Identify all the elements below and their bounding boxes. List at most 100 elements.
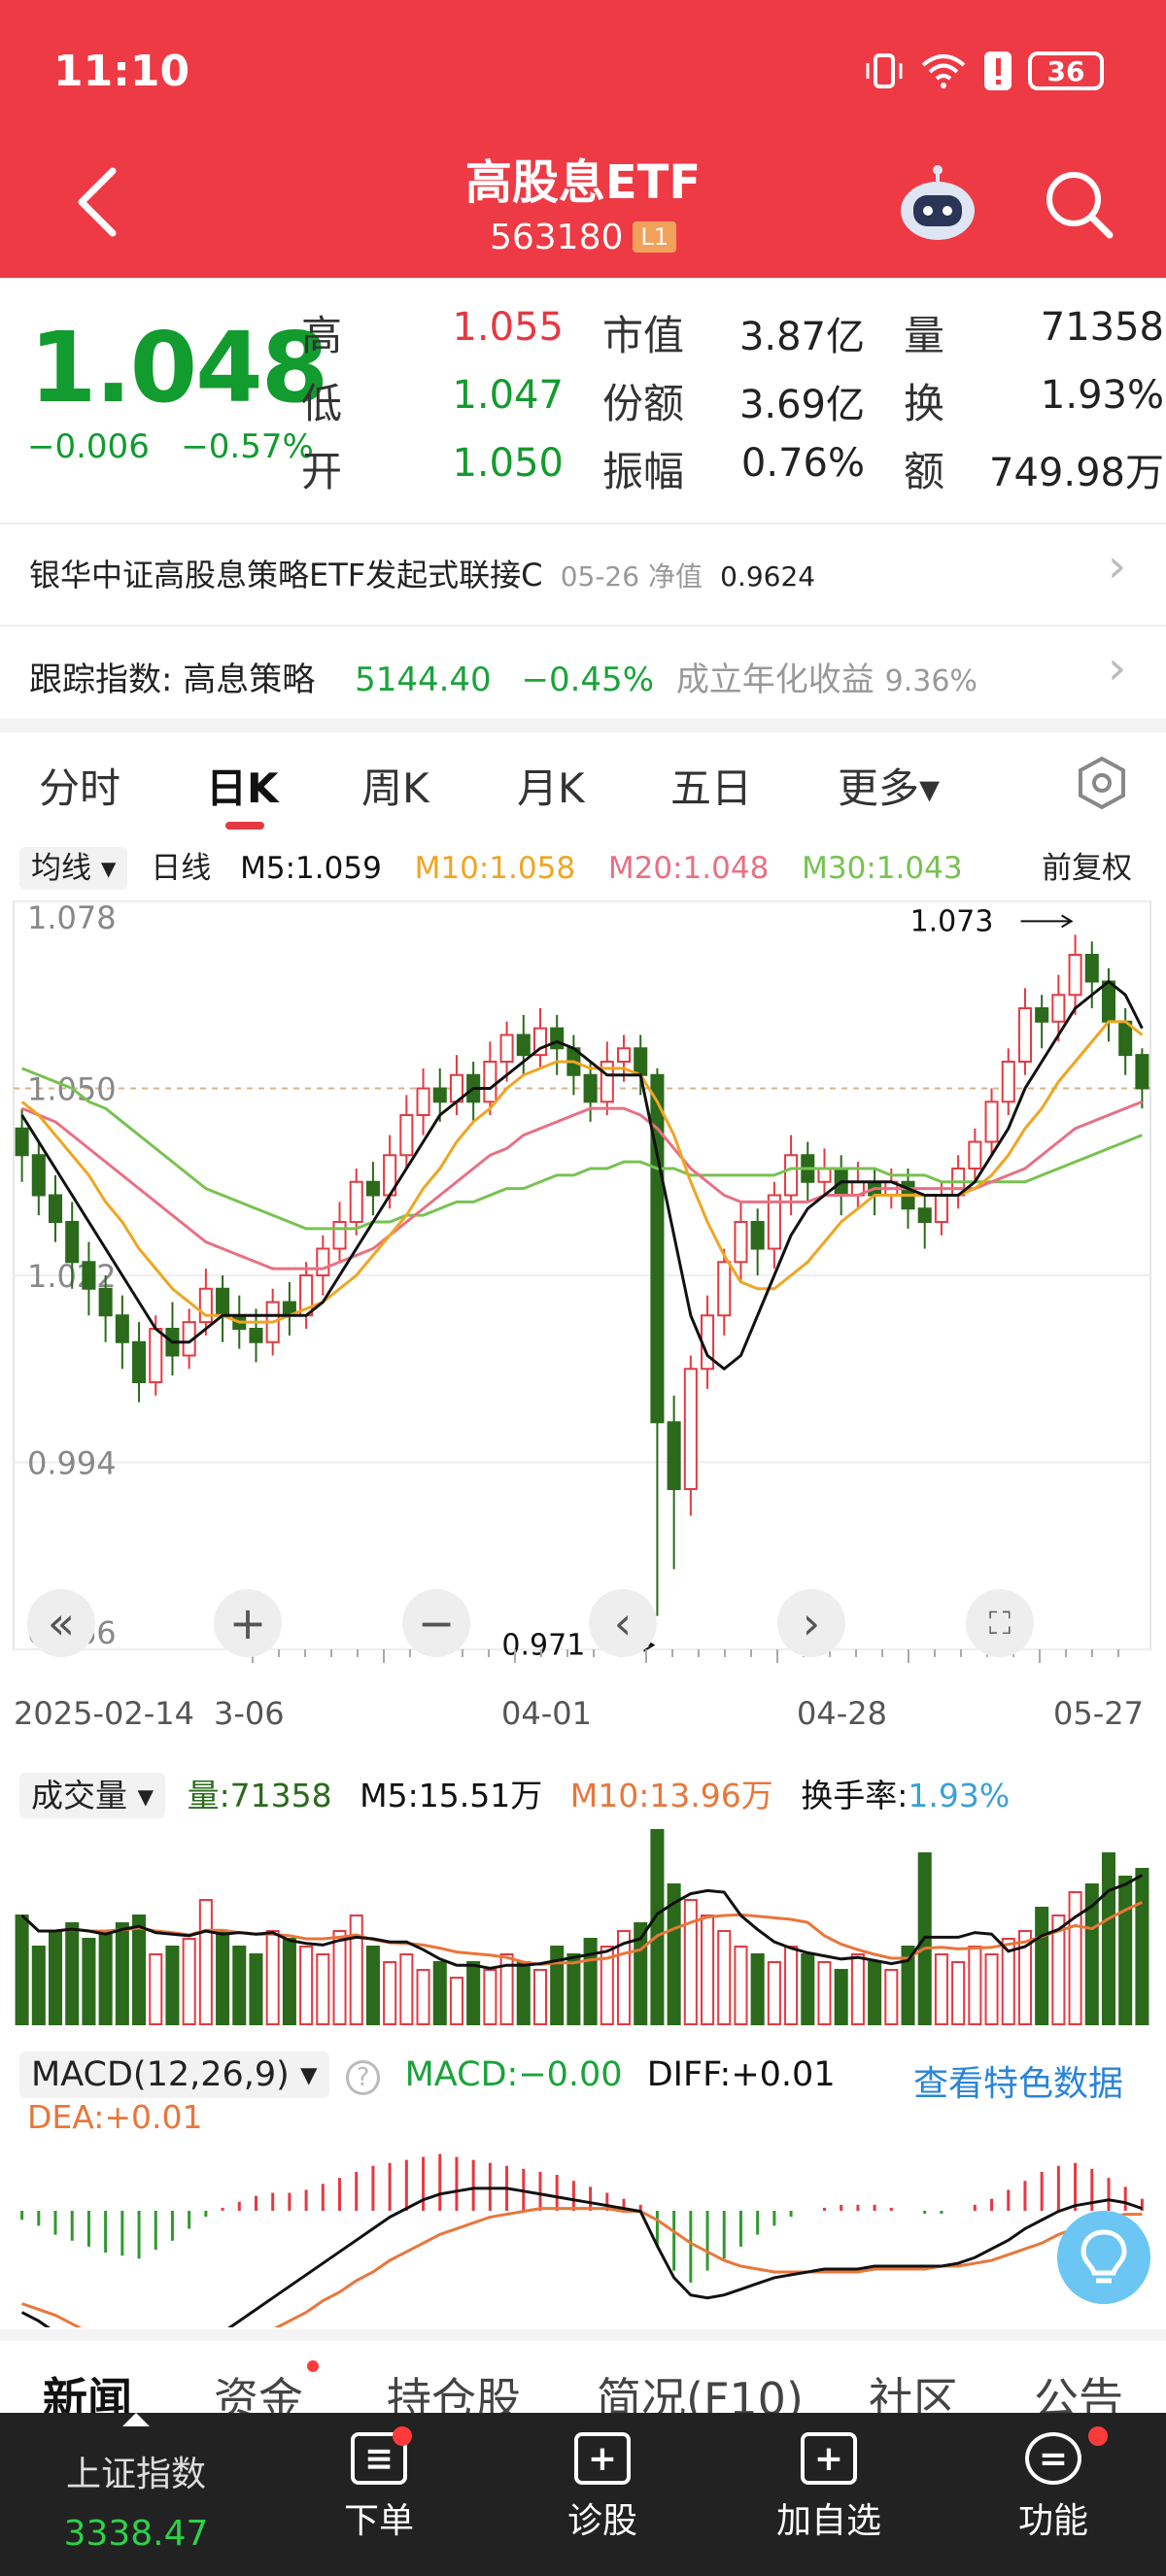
- diagnose-icon: +: [574, 2432, 631, 2485]
- place-order-button[interactable]: ≡ 下单: [321, 2413, 437, 2576]
- y-tick-label: 0.994: [27, 1445, 117, 1482]
- volume-bar: [416, 1969, 430, 2025]
- tab-weekly-k[interactable]: 周K: [361, 756, 429, 815]
- volume-bar: [1035, 1907, 1049, 2025]
- macd-selector[interactable]: MACD(12,26,9) ▾: [19, 2051, 329, 2098]
- m20-line: [21, 1100, 1143, 1271]
- volume-bar: [750, 1953, 765, 2025]
- candle-body: [249, 1328, 263, 1343]
- linked-fund-name: 银华中证高股息策略ETF发起式联接C: [29, 557, 543, 593]
- battery-level: 36: [1046, 54, 1085, 87]
- candle-body: [316, 1247, 330, 1276]
- step-right-icon[interactable]: ›: [777, 1589, 845, 1657]
- annual-return-value: 9.36%: [884, 664, 977, 698]
- level-badge: L1: [633, 221, 677, 253]
- volume-bar: [483, 1969, 497, 2025]
- lightbulb-icon: [1080, 2229, 1127, 2284]
- candle-body: [399, 1114, 414, 1157]
- linked-fund-row[interactable]: 银华中证高股息策略ETF发起式联接C 05-26 净值 0.9624: [29, 551, 815, 595]
- volume-bar: [65, 1922, 80, 2025]
- volume-bar: [82, 1938, 96, 2025]
- tab-monthly-k[interactable]: 月K: [517, 756, 585, 815]
- macd-chart[interactable]: [0, 2133, 1166, 2327]
- volume-selector[interactable]: 成交量 ▾: [19, 1773, 166, 1818]
- volume-bar: [98, 1930, 113, 2025]
- zoom-in-icon[interactable]: +: [214, 1589, 282, 1657]
- volume-bar: [834, 1969, 848, 2025]
- status-time: 11:10: [53, 47, 190, 96]
- step-left-icon[interactable]: ‹: [589, 1589, 657, 1657]
- candle-body: [934, 1194, 948, 1223]
- candle-body: [550, 1027, 565, 1050]
- chevron-right-icon[interactable]: ›: [1108, 641, 1126, 695]
- volume-chart[interactable]: [0, 1816, 1166, 2028]
- tab-intraday[interactable]: 分时: [39, 756, 120, 815]
- candle-body: [499, 1034, 514, 1063]
- volume-bar: [182, 1938, 196, 2025]
- volume-bar: [299, 1946, 314, 2025]
- tab-daily-k[interactable]: 日K: [206, 756, 279, 815]
- tracking-index-row[interactable]: 跟踪指数: 高息策略 5144.40 −0.45% 成立年化收益 9.36%: [29, 653, 977, 700]
- candle-body: [365, 1180, 380, 1197]
- help-icon[interactable]: ?: [345, 2060, 381, 2095]
- candle-body: [1001, 1061, 1015, 1103]
- add-watchlist-button[interactable]: + 加自选: [766, 2413, 892, 2576]
- volume-bar: [650, 1829, 665, 2025]
- candle-body: [968, 1140, 982, 1169]
- view-featured-data-link[interactable]: 查看特色数据: [913, 2055, 1123, 2106]
- volume-bar: [1118, 1876, 1133, 2025]
- fullscreen-icon[interactable]: ⛶: [966, 1589, 1034, 1657]
- volume-bar: [516, 1961, 531, 2025]
- x-tick-label: 04-28: [797, 1695, 887, 1732]
- settings-hexagon-icon[interactable]: [1075, 756, 1129, 810]
- candle-body: [115, 1314, 129, 1343]
- candle-body: [1035, 1007, 1049, 1023]
- stat-label: 高: [301, 312, 343, 359]
- adjust-mode[interactable]: 前复权: [1042, 843, 1132, 887]
- chevron-right-icon[interactable]: ›: [1108, 539, 1126, 593]
- functions-button[interactable]: = 功能: [995, 2413, 1112, 2576]
- diagnose-stock-button[interactable]: + 诊股: [544, 2413, 661, 2576]
- notification-dot: [307, 2360, 319, 2372]
- candle-body: [734, 1221, 748, 1264]
- volume-bar: [48, 1930, 63, 2025]
- candle-body: [48, 1194, 63, 1223]
- ma-selector[interactable]: 均线 ▾: [19, 847, 128, 890]
- volume-bar: [432, 1961, 447, 2025]
- candle-body: [483, 1061, 497, 1103]
- robot-assistant-icon[interactable]: [894, 160, 981, 248]
- volume-bar: [550, 1946, 565, 2025]
- index-ticker[interactable]: 上证指数 3338.47: [39, 2413, 233, 2576]
- ma10-value: M10:1.058: [414, 851, 576, 886]
- volume-bar: [383, 1961, 397, 2025]
- stat-label: 换: [904, 380, 945, 427]
- kline-chart[interactable]: 1.0781.0501.0220.9940.9661.0730.971: [0, 892, 1166, 1669]
- candle-body: [31, 1154, 46, 1197]
- volume-bar: [466, 1961, 481, 2025]
- x-tick-label: 04-01: [501, 1695, 592, 1732]
- stat-label: 额: [904, 448, 945, 495]
- lightbulb-button[interactable]: [1057, 2211, 1150, 2304]
- candle-body: [332, 1221, 347, 1250]
- volume-bar: [399, 1953, 414, 2025]
- stat-value: 3.87亿: [738, 315, 865, 359]
- stat-label: 开: [301, 448, 343, 495]
- volume-bar: [984, 1953, 999, 2025]
- scroll-start-icon[interactable]: «: [27, 1589, 95, 1657]
- volume-bar: [934, 1953, 948, 2025]
- stat-value: 1.93%: [1040, 373, 1164, 418]
- volume-bar: [884, 1969, 899, 2025]
- volume-bar: [216, 1930, 230, 2025]
- stat-value: 1.047: [452, 373, 564, 418]
- candle-body: [1101, 980, 1116, 1023]
- tab-more[interactable]: 更多▾: [838, 756, 940, 815]
- search-icon[interactable]: [1042, 167, 1115, 241]
- volume-bar: [532, 1969, 548, 2025]
- tab-five-day[interactable]: 五日: [670, 756, 752, 815]
- notification-dot: [393, 2426, 412, 2446]
- volume-bar: [784, 1946, 799, 2025]
- wifi-icon: [921, 54, 966, 88]
- zoom-out-icon[interactable]: −: [402, 1589, 470, 1657]
- volume-bar: [701, 1915, 715, 2025]
- volume-m10: M10:13.96万: [569, 1777, 773, 1814]
